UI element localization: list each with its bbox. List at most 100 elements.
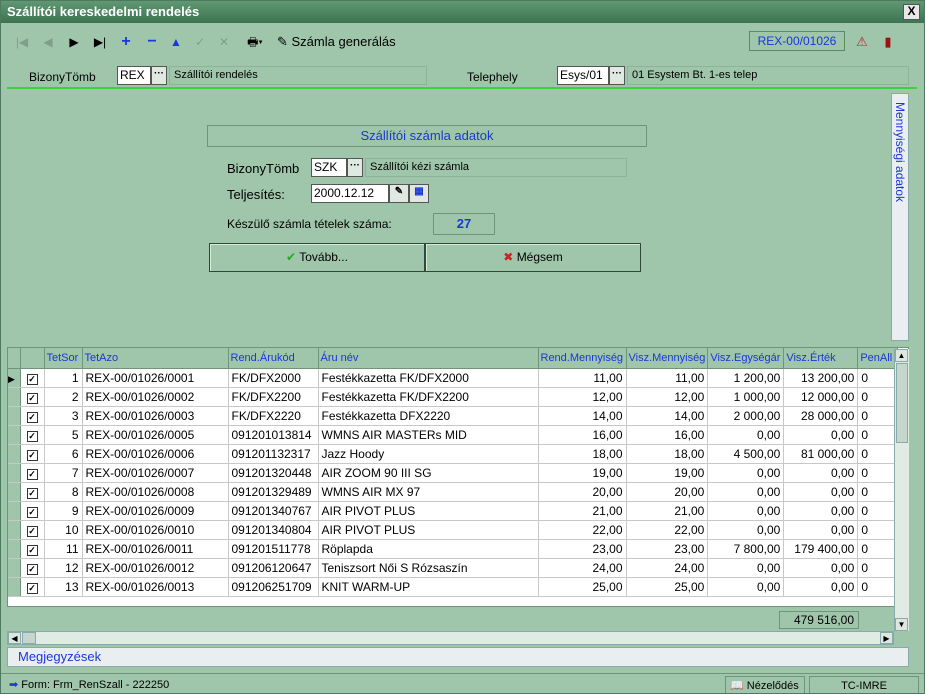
panel-bizonytomb-label: BizonyTömb (227, 161, 300, 176)
row-checkbox[interactable]: ✓ (20, 444, 45, 464)
scroll-up-icon[interactable]: ▲ (895, 349, 908, 362)
table-row[interactable]: ▶ ✓ 1 REX-00/01026/0001 FK/DFX2000 Festékkaze… (8, 368, 899, 388)
table-cell: Teniszsort Női S Rózsaszín (318, 558, 539, 578)
checkbox-icon[interactable]: ✓ (26, 487, 38, 499)
generate-invoice-button[interactable]: ✎ Számla generálás (277, 32, 396, 52)
checkbox-icon[interactable]: ✓ (26, 468, 38, 480)
checkbox-icon[interactable]: ✓ (26, 525, 38, 537)
table-cell: 4 500,00 (707, 444, 785, 464)
table-cell: 0 (857, 577, 899, 597)
help-icon[interactable]: ⚠ (853, 32, 871, 52)
col-header[interactable]: Visz.Mennyiség (626, 348, 709, 369)
row-checkbox[interactable]: ✓ (20, 387, 45, 407)
table-row[interactable]: ✓ 10 REX-00/01026/0010 091201340804 AIR PIVO… (8, 520, 899, 540)
row-checkbox[interactable]: ✓ (20, 558, 45, 578)
row-checkbox[interactable]: ✓ (20, 501, 45, 521)
row-checkbox[interactable]: ✓ (20, 368, 45, 388)
table-cell: Röplapda (318, 539, 539, 559)
scroll-right-icon[interactable]: ▶ (880, 632, 893, 644)
first-record-button[interactable]: |◀ (13, 33, 31, 51)
tab-quantity-data[interactable]: Mennyiségi adatok (891, 93, 909, 341)
col-header[interactable]: Visz.Érték (783, 348, 859, 369)
book-icon: 📖 (730, 680, 747, 692)
panel-bizonytomb-input[interactable]: SZK (311, 158, 347, 177)
scroll-down-icon[interactable]: ▼ (895, 618, 908, 631)
table-row[interactable]: ✓ 8 REX-00/01026/0008 091201329489 WMNS AIR … (8, 482, 899, 502)
teljesites-input[interactable]: 2000.12.12 (311, 184, 389, 203)
table-row[interactable]: ✓ 13 REX-00/01026/0013 091206251709 KNIT WAR… (8, 577, 899, 597)
checkbox-icon[interactable]: ✓ (26, 449, 38, 461)
panel-bizonytomb-lookup-button[interactable]: ··· (347, 158, 363, 177)
add-button[interactable]: + (117, 33, 135, 51)
checkbox-icon[interactable]: ✓ (26, 506, 38, 518)
table-cell: WMNS AIR MASTERs MID (318, 425, 539, 445)
scroll-thumb[interactable] (896, 363, 908, 443)
checkbox-icon[interactable]: ✓ (26, 544, 38, 556)
vertical-scrollbar[interactable]: ▲ ▼ (894, 349, 909, 631)
hscroll-thumb[interactable] (22, 632, 36, 644)
edit-icon[interactable]: ✎ (389, 184, 409, 203)
last-record-button[interactable]: ▶| (91, 33, 109, 51)
checkbox-icon[interactable]: ✓ (26, 563, 38, 575)
col-header[interactable]: PenAll (857, 348, 899, 369)
row-indicator (8, 520, 21, 540)
row-checkbox[interactable]: ✓ (20, 406, 45, 426)
col-header[interactable]: TetSor (44, 348, 83, 369)
col-header[interactable]: Rend.Mennyiség (538, 348, 627, 369)
col-header[interactable]: TetAzo (82, 348, 229, 369)
table-cell: 18,00 (538, 444, 627, 464)
table-row[interactable]: ✓ 9 REX-00/01026/0009 091201340767 AIR PIVOT… (8, 501, 899, 521)
checkbox-icon[interactable]: ✓ (26, 392, 38, 404)
table-row[interactable]: ✓ 3 REX-00/01026/0003 FK/DFX2220 Festékkazet… (8, 406, 899, 426)
col-header[interactable]: Visz.Egységár (707, 348, 785, 369)
status-form: ➡ Form: Frm_RenSzall - 222250 (9, 679, 170, 691)
col-header[interactable]: Áru név (318, 348, 539, 369)
remove-button[interactable]: − (143, 33, 161, 51)
confirm-button[interactable]: ✓ (191, 33, 209, 51)
table-cell: FK/DFX2220 (228, 406, 319, 426)
table-cell: 091201132317 (228, 444, 319, 464)
table-cell: AIR PIVOT PLUS (318, 501, 539, 521)
checkbox-icon[interactable]: ✓ (26, 411, 38, 423)
row-indicator (8, 387, 21, 407)
horizontal-scrollbar[interactable]: ◀ ▶ (7, 631, 894, 645)
row-checkbox[interactable]: ✓ (20, 520, 45, 540)
table-row[interactable]: ✓ 5 REX-00/01026/0005 091201013814 WMNS AIR … (8, 425, 899, 445)
table-row[interactable]: ✓ 6 REX-00/01026/0006 091201132317 Jazz Hood… (8, 444, 899, 464)
table-cell: 11,00 (626, 368, 709, 388)
table-cell: REX-00/01026/0002 (82, 387, 229, 407)
telephely-lookup-button[interactable]: ··· (609, 66, 625, 85)
table-cell: 091201013814 (228, 425, 319, 445)
table-cell: 0,00 (783, 520, 859, 540)
cancel-button[interactable]: ✖ Mégsem (425, 243, 641, 272)
table-row[interactable]: ✓ 2 REX-00/01026/0002 FK/DFX2200 Festékkazet… (8, 387, 899, 407)
tab-notes[interactable]: Megjegyzések (7, 647, 909, 667)
continue-button[interactable]: ✔ Tovább... (209, 243, 425, 272)
row-checkbox[interactable]: ✓ (20, 577, 45, 597)
exit-icon[interactable]: ▮ (879, 32, 897, 52)
row-checkbox[interactable]: ✓ (20, 425, 45, 445)
col-header[interactable]: Rend.Árukód (228, 348, 319, 369)
bizonytomb-input[interactable]: REX (117, 66, 151, 85)
close-button[interactable]: X (903, 4, 920, 20)
calendar-icon[interactable]: ▦ (409, 184, 429, 203)
table-row[interactable]: ✓ 11 REX-00/01026/0011 091201511778 Röplapda… (8, 539, 899, 559)
table-row[interactable]: ✓ 7 REX-00/01026/0007 091201320448 AIR ZOOM … (8, 463, 899, 483)
table-cell: Jazz Hoody (318, 444, 539, 464)
checkbox-icon[interactable]: ✓ (26, 373, 38, 385)
table-cell: REX-00/01026/0011 (82, 539, 229, 559)
table-row[interactable]: ✓ 12 REX-00/01026/0012 091206120647 Teniszso… (8, 558, 899, 578)
cancel-edit-button[interactable]: ✕ (215, 33, 233, 51)
up-button[interactable]: ▲ (167, 33, 185, 51)
scroll-left-icon[interactable]: ◀ (8, 632, 21, 644)
print-button[interactable]: 🖶▾ (241, 33, 269, 51)
bizonytomb-lookup-button[interactable]: ··· (151, 66, 167, 85)
next-record-button[interactable]: ▶ (65, 33, 83, 51)
telephely-input[interactable]: Esys/01 (557, 66, 609, 85)
checkbox-icon[interactable]: ✓ (26, 430, 38, 442)
row-checkbox[interactable]: ✓ (20, 463, 45, 483)
row-checkbox[interactable]: ✓ (20, 482, 45, 502)
checkbox-icon[interactable]: ✓ (26, 582, 38, 594)
row-checkbox[interactable]: ✓ (20, 539, 45, 559)
prev-record-button[interactable]: ◀ (39, 33, 57, 51)
